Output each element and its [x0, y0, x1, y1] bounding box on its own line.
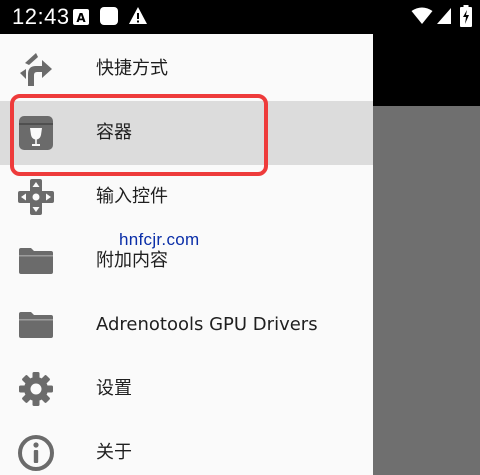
menu-item-settings[interactable]: 设置: [0, 357, 373, 421]
menu-item-label: 设置: [96, 378, 132, 399]
battery-charging-icon: [460, 5, 472, 31]
menu-item-adrenotools-drivers[interactable]: Adrenotools GPU Drivers: [0, 293, 373, 357]
folder-icon: [16, 305, 56, 345]
svg-text:A: A: [76, 11, 86, 25]
info-icon: [16, 433, 56, 473]
menu-item-label: 快捷方式: [96, 58, 168, 79]
dpad-icon: [16, 177, 56, 217]
warning-icon: [128, 6, 148, 30]
status-time: 12:43: [12, 4, 70, 29]
watermark: hnfcjr.com: [119, 230, 200, 249]
shortcut-arrow-icon: [16, 49, 56, 89]
menu-item-label: 输入控件: [96, 186, 168, 207]
app-bar: [373, 34, 480, 106]
menu-item-label: Adrenotools GPU Drivers: [96, 314, 318, 335]
square-notification-icon: [99, 6, 119, 30]
signal-icon: [436, 7, 452, 29]
wifi-icon: [411, 7, 433, 29]
gear-icon: [16, 369, 56, 409]
menu-item-about[interactable]: 关于: [0, 421, 373, 475]
folder-icon: [16, 241, 56, 281]
keyboard-notification-icon: A: [72, 8, 90, 30]
menu-item-label: 关于: [96, 442, 132, 463]
menu-item-label: 附加内容: [96, 250, 168, 271]
menu-item-shortcuts[interactable]: 快捷方式: [0, 37, 373, 101]
status-bar: 12:43 A: [0, 0, 480, 34]
highlight-annotation: [10, 94, 268, 176]
